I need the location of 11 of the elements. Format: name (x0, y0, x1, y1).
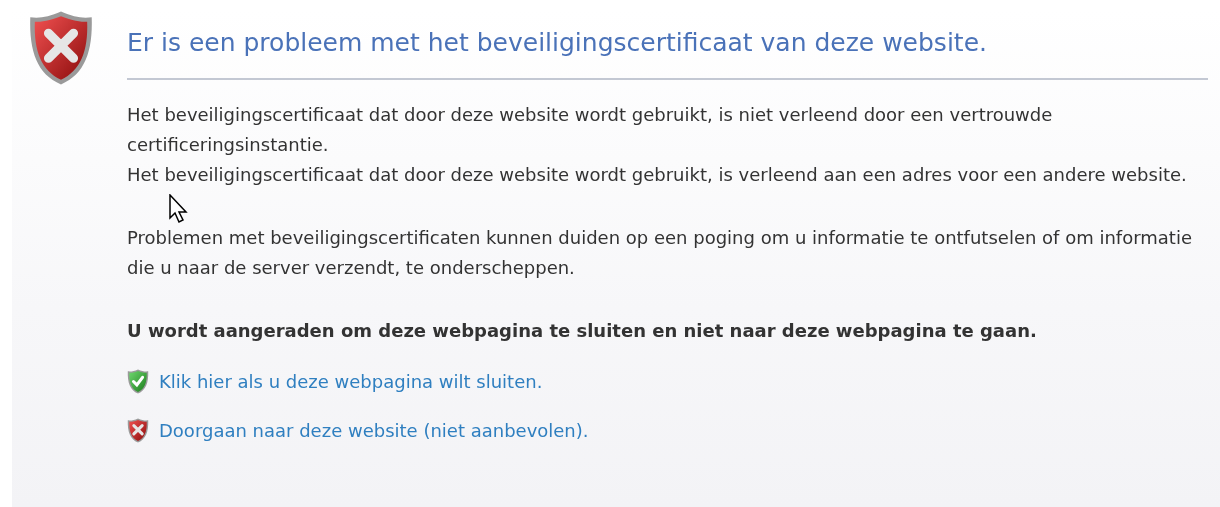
action-link[interactable]: Klik hier als u deze webpagina wilt sluiten. (159, 368, 543, 395)
cross-shield-icon (127, 418, 149, 443)
recommendation-text: U wordt aangeraden om deze webpagina te sluiten en niet naar deze webpagina te gaan. (127, 319, 1038, 343)
reason-text: Het beveiligingscertificaat dat door deze website wordt gebruikt, is niet verleend door een vertrouwde certificeringsinstantie. (127, 103, 1054, 157)
error-shield-icon (28, 10, 94, 86)
check-shield-icon (127, 369, 149, 394)
reason-text: Het beveiligingscertificaat dat door deze website wordt gebruikt, is verleend aan een adres voor een andere website. (127, 163, 1188, 187)
page-title: Er is een probleem met het beveiligingscertificaat van deze website. (127, 10, 1208, 80)
action-link[interactable]: Doorgaan naar deze website (niet aanbevolen). (159, 417, 589, 444)
explanation-text: Problemen met beveiligingscertificaten kunnen duiden op een poging om u informatie te ontfutselen of om informatie die u naar de server verzendt, te onderscheppen. (127, 226, 1193, 280)
mouse-cursor-icon (169, 194, 189, 224)
